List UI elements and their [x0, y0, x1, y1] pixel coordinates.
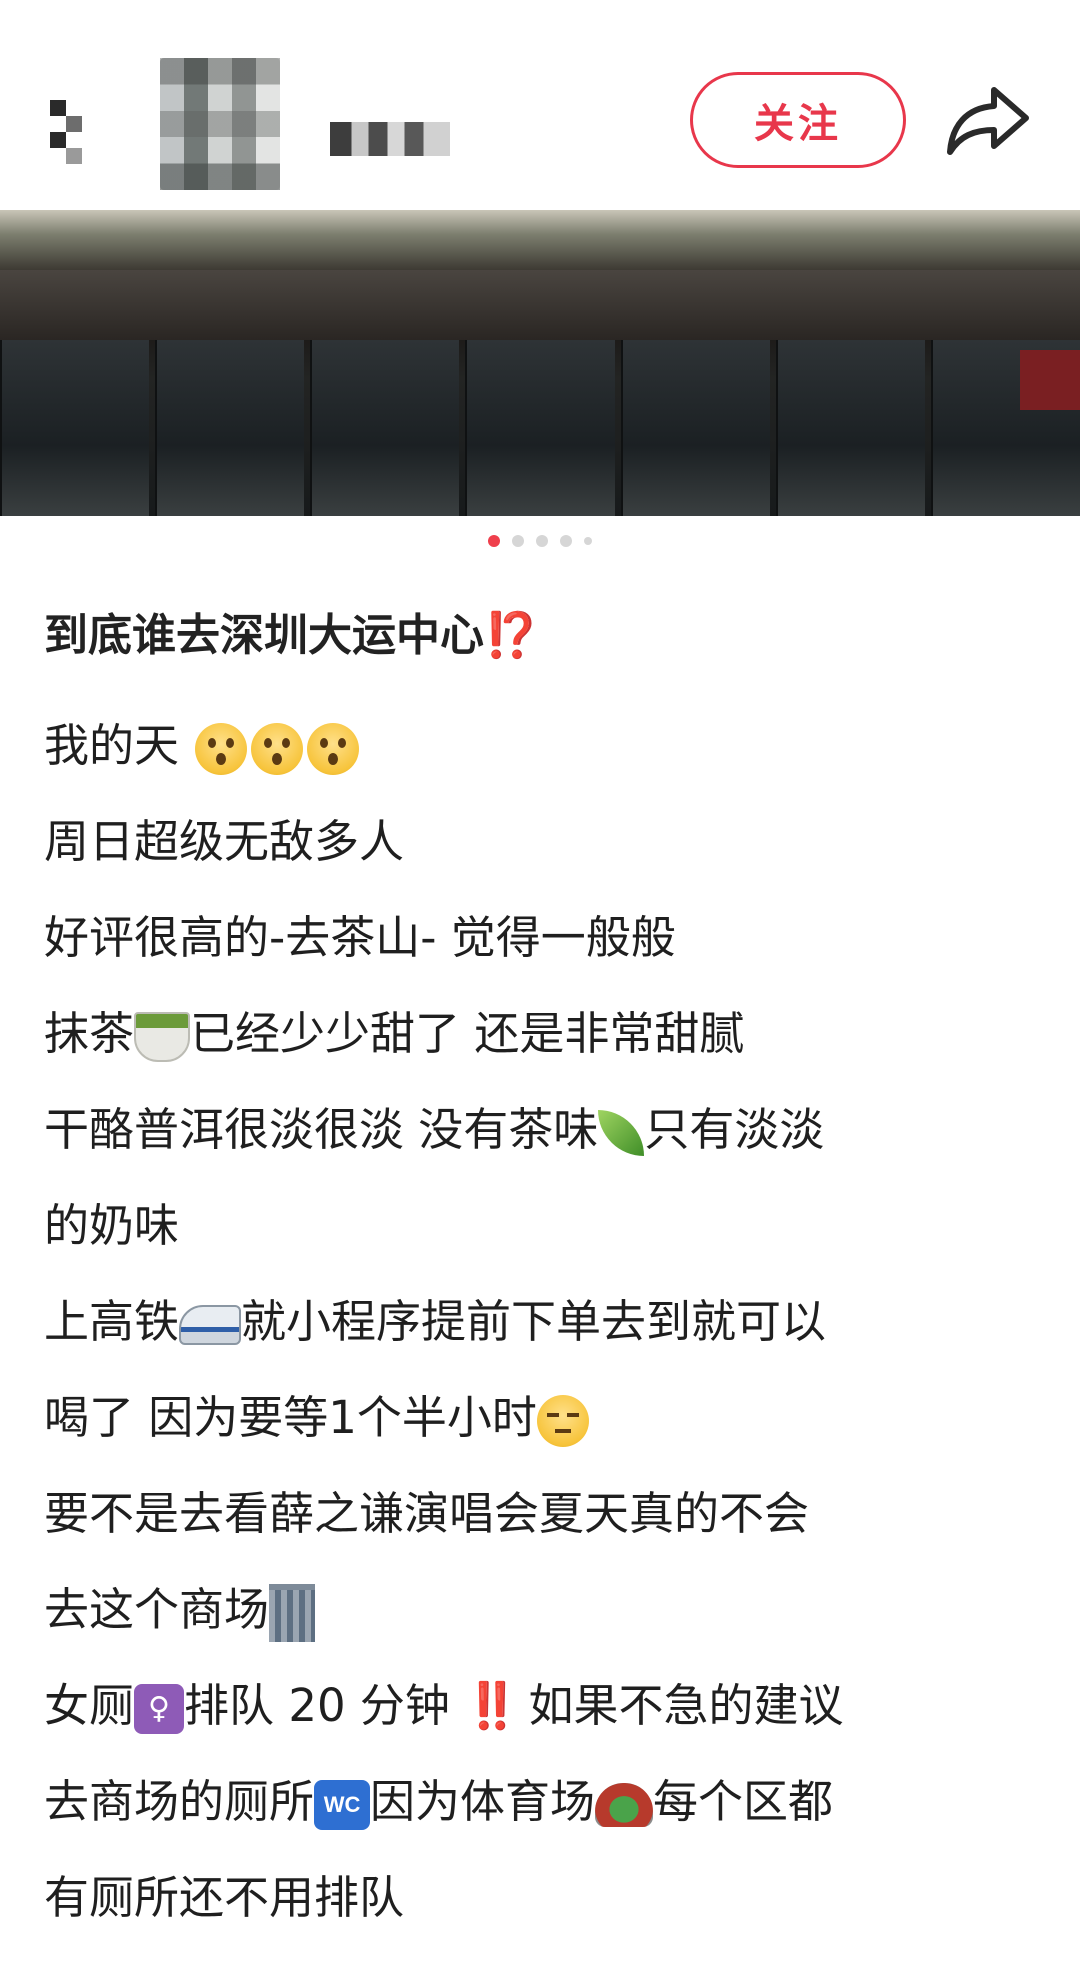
image-eave — [0, 270, 1080, 340]
body-text: 去这个商场 — [44, 1583, 270, 1636]
body-text: 去商场的厕所 — [44, 1775, 315, 1828]
leaf-icon — [598, 1110, 645, 1156]
body-text: 抹茶 — [44, 1007, 135, 1060]
post-body: 我的天 周日超级无敌多人 好评很高的-去茶山- 觉得一般般 抹茶 已经少少甜了 还… — [44, 698, 1036, 1946]
stadium-icon — [595, 1783, 654, 1827]
post-title: 到底谁去深圳大运中心⁉️ — [44, 606, 1036, 666]
carousel-dot[interactable] — [560, 535, 572, 547]
body-line: 女厕 ♀ 排队 20 分钟 ‼️ 如果不急的建议 — [44, 1658, 1036, 1754]
high-speed-train-icon — [179, 1305, 242, 1345]
exclamation-question-icon: ⁉️ — [484, 610, 539, 661]
body-text: 上高铁 — [44, 1295, 180, 1348]
body-text: 只有淡淡 — [644, 1103, 825, 1156]
post-image[interactable] — [0, 210, 1080, 516]
body-line: 的奶味 — [44, 1178, 1036, 1274]
share-icon[interactable] — [944, 82, 1032, 158]
post-title-text: 到底谁去深圳大运中心 — [44, 610, 484, 661]
image-windows — [0, 340, 1080, 516]
carousel-dot-active[interactable] — [488, 535, 500, 547]
body-text: 要不是去看薛之谦演唱会夏天真的不会 — [44, 1487, 810, 1540]
body-line: 干酪普洱很淡很淡 没有茶味 只有淡淡 — [44, 1082, 1036, 1178]
body-text: 如果不急的建议 — [528, 1679, 844, 1732]
body-line: 我的天 — [44, 698, 1036, 794]
unamused-face-icon — [536, 1395, 589, 1447]
green-tea-icon — [134, 1012, 191, 1062]
back-icon[interactable] — [44, 96, 92, 168]
body-line: 好评很高的-去茶山- 觉得一般般 — [44, 890, 1036, 986]
body-text: 已经少少甜了 还是非常甜腻 — [190, 1007, 745, 1060]
astonished-face-icon — [195, 723, 248, 775]
body-text: 每个区都 — [653, 1775, 834, 1828]
body-line: 周日超级无敌多人 — [44, 794, 1036, 890]
body-text: 的奶味 — [44, 1199, 180, 1252]
body-line: 喝了 因为要等1个半小时 — [44, 1370, 1036, 1466]
body-line: 抹茶 已经少少甜了 还是非常甜腻 — [44, 986, 1036, 1082]
womens-room-icon: ♀ — [134, 1684, 185, 1734]
body-text: 好评很高的-去茶山- 觉得一般般 — [44, 911, 676, 964]
body-text: 周日超级无敌多人 — [44, 815, 405, 868]
body-text: 就小程序提前下单去到就可以 — [241, 1295, 827, 1348]
astonished-face-icon — [251, 723, 304, 775]
body-line: 要不是去看薛之谦演唱会夏天真的不会 — [44, 1466, 1036, 1562]
author-avatar[interactable] — [160, 58, 280, 190]
body-text: 我的天 — [44, 719, 180, 772]
image-red-sign — [1020, 350, 1080, 410]
office-building-icon — [269, 1584, 316, 1642]
follow-button[interactable]: 关注 — [690, 72, 906, 168]
body-line: 有厕所还不用排队 — [44, 1850, 1036, 1946]
astonished-face-icon — [307, 723, 360, 775]
body-line: 去商场的厕所 WC 因为体育场 每个区都 — [44, 1754, 1036, 1850]
post-header: 关注 — [0, 0, 1080, 210]
body-text: 女厕 — [44, 1679, 135, 1732]
author-name[interactable] — [330, 122, 450, 156]
carousel-dot[interactable] — [536, 535, 548, 547]
carousel-dot[interactable] — [512, 535, 524, 547]
body-text: 排队 20 分钟 — [184, 1679, 450, 1732]
carousel-indicator — [0, 516, 1080, 566]
body-line: 去这个商场 — [44, 1562, 1036, 1658]
double-exclamation-icon: ‼️ — [464, 1679, 520, 1732]
post-content: 到底谁去深圳大运中心⁉️ 我的天 周日超级无敌多人 好评很高的-去茶山- 觉得一… — [0, 606, 1080, 1946]
body-text: 因为体育场 — [370, 1775, 596, 1828]
body-text: 喝了 因为要等1个半小时 — [44, 1391, 537, 1444]
body-text: 有厕所还不用排队 — [44, 1871, 405, 1924]
wc-icon: WC — [314, 1780, 371, 1830]
carousel-dot[interactable] — [584, 537, 592, 545]
body-text: 干酪普洱很淡很淡 没有茶味 — [44, 1103, 599, 1156]
image-roof — [0, 210, 1080, 270]
body-line: 上高铁 就小程序提前下单去到就可以 — [44, 1274, 1036, 1370]
